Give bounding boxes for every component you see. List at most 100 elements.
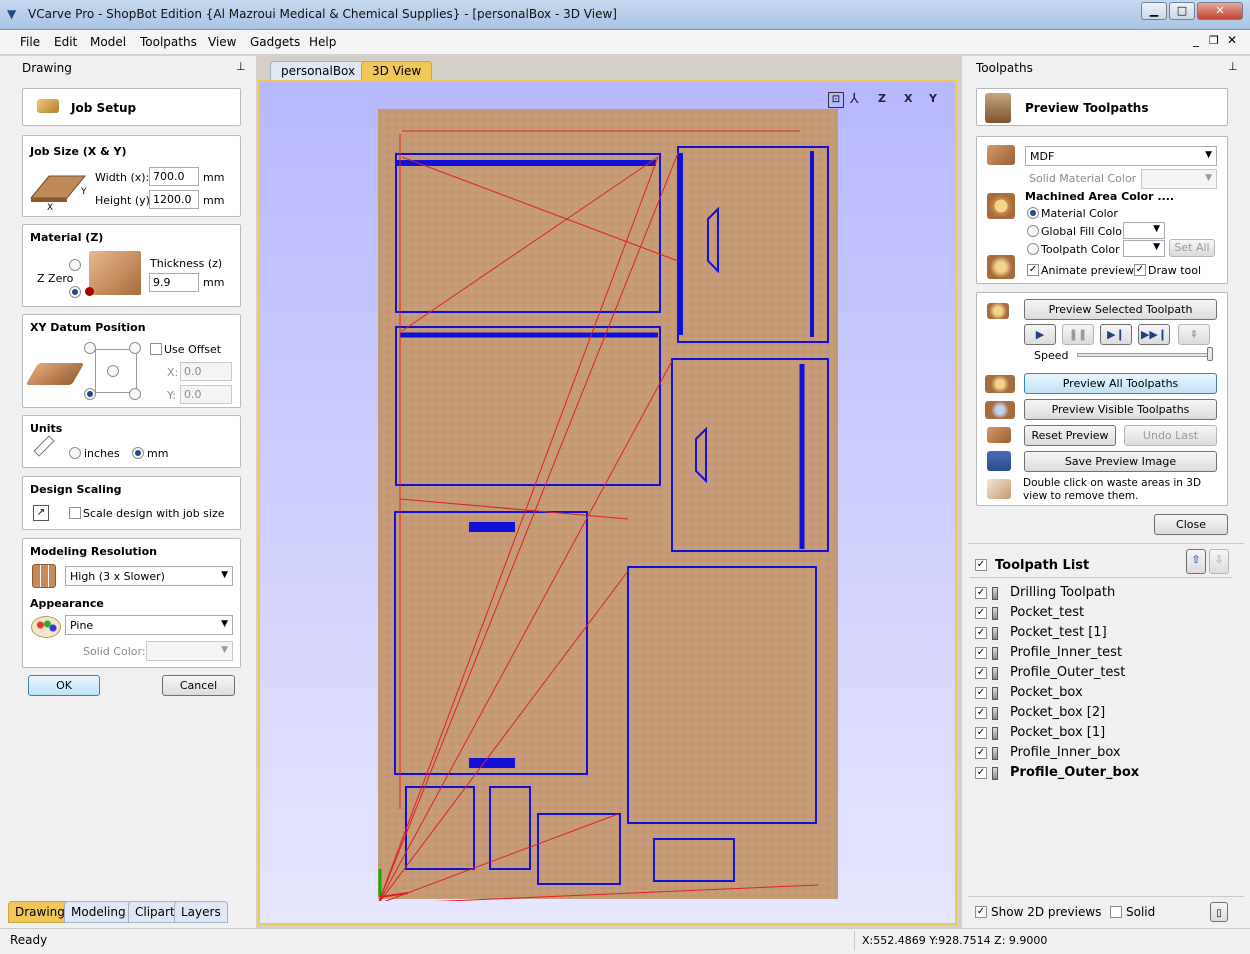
save-preview-image-button[interactable]: Save Preview Image [1024, 451, 1217, 472]
speed-slider[interactable] [1077, 353, 1213, 357]
view-x-icon[interactable]: X [904, 92, 912, 105]
move-down-button[interactable]: ⇩ [1209, 549, 1229, 574]
offset-y-input[interactable]: 0.0 [180, 385, 232, 404]
toolpath-visible-checkbox[interactable]: ✓ [975, 587, 987, 599]
move-up-button[interactable]: ⇧ [1186, 549, 1206, 574]
maximize-button[interactable]: □ [1169, 2, 1195, 20]
global-fill-color-select[interactable]: ▼ [1123, 222, 1165, 239]
material-select[interactable]: MDF ▼ [1025, 146, 1217, 166]
menu-toolpaths[interactable]: Toolpaths [140, 35, 197, 49]
toolpath-list-item[interactable]: ✓ Profile_Inner_test [975, 644, 1225, 664]
close-window-button[interactable]: ✕ [1197, 2, 1243, 20]
cancel-button[interactable]: Cancel [162, 675, 235, 696]
close-button[interactable]: Close [1154, 514, 1228, 535]
skip-end-button[interactable]: ▶▶❙ [1138, 324, 1170, 345]
solid-material-color-select[interactable]: ▼ [1141, 169, 1217, 189]
pin-icon[interactable]: ⊥ [1228, 60, 1238, 73]
toolpath-color-radio[interactable] [1027, 243, 1039, 255]
scale-design-checkbox[interactable] [69, 507, 81, 519]
menu-gadgets[interactable]: Gadgets [250, 35, 300, 49]
tab-personalbox[interactable]: personalBox [270, 61, 367, 81]
view-z-icon[interactable]: Z [878, 92, 886, 105]
datum-bottom-left-radio[interactable] [84, 388, 96, 400]
toolpath-summary-button[interactable]: ▯ [1210, 902, 1228, 922]
step-forward-button[interactable]: ▶❙ [1100, 324, 1132, 345]
show-2d-previews-checkbox[interactable]: ✓ [975, 906, 987, 918]
ok-button[interactable]: OK [28, 675, 100, 696]
use-offset-checkbox[interactable] [150, 343, 162, 355]
preview-visible-button[interactable]: Preview Visible Toolpaths [1024, 399, 1217, 420]
minimize-button[interactable]: ▁ [1141, 2, 1167, 20]
view-y-icon[interactable]: Y [929, 92, 937, 105]
play-button[interactable]: ▶ [1024, 324, 1056, 345]
toolpath-visible-checkbox[interactable]: ✓ [975, 767, 987, 779]
menu-model[interactable]: Model [90, 35, 126, 49]
toolpath-visible-checkbox[interactable]: ✓ [975, 667, 987, 679]
material-color-radio[interactable] [1027, 207, 1039, 219]
reset-preview-button[interactable]: Reset Preview [1024, 425, 1116, 446]
width-input[interactable]: 700.0 [149, 167, 199, 186]
thickness-input[interactable]: 9.9 [149, 273, 199, 292]
mm-radio[interactable] [132, 447, 144, 459]
speed-slider-thumb[interactable] [1207, 347, 1213, 361]
toolpath-list-item[interactable]: ✓ Profile_Outer_test [975, 664, 1225, 684]
animate-preview-checkbox[interactable]: ✓ [1027, 264, 1039, 276]
toolpath-list-item[interactable]: ✓ Pocket_test [1] [975, 624, 1225, 644]
tab-modeling[interactable]: Modeling [64, 901, 133, 923]
menu-edit[interactable]: Edit [54, 35, 77, 49]
tab-3d-view[interactable]: 3D View [361, 61, 433, 81]
toolpath-list-item[interactable]: ✓ Drilling Toolpath [975, 584, 1225, 604]
3d-view-canvas[interactable]: ⊡ ⅄ Z X Y [258, 80, 957, 925]
toolpath-visible-checkbox[interactable]: ✓ [975, 687, 987, 699]
toolpath-visible-checkbox[interactable]: ✓ [975, 727, 987, 739]
datum-center-radio[interactable] [107, 365, 119, 377]
toolpath-list-master-checkbox[interactable]: ✓ [975, 559, 987, 571]
global-fill-color-radio[interactable] [1027, 225, 1039, 237]
draw-tool-checkbox[interactable]: ✓ [1134, 264, 1146, 276]
zzero-bottom-radio[interactable] [69, 286, 81, 298]
inches-radio[interactable] [69, 447, 81, 459]
preview-all-button[interactable]: Preview All Toolpaths [1024, 373, 1217, 394]
drawing-panel: Drawing ⊥ Job Setup Job Size (X & Y) X Y… [0, 56, 256, 928]
toolpath-visible-checkbox[interactable]: ✓ [975, 627, 987, 639]
toolpath-list-item[interactable]: ✓ Pocket_box [975, 684, 1225, 704]
toolpath-list-item[interactable]: ✓ Pocket_box [2] [975, 704, 1225, 724]
toolpath-visible-checkbox[interactable]: ✓ [975, 707, 987, 719]
height-input[interactable]: 1200.0 [149, 190, 199, 209]
zzero-top-radio[interactable] [69, 259, 81, 271]
pin-icon[interactable]: ⊥ [236, 60, 246, 73]
job-setup-header[interactable]: Job Setup [22, 88, 241, 126]
toolpath-list-item[interactable]: ✓ Profile_Outer_box [975, 764, 1225, 784]
mdi-close-icon[interactable]: ✕ [1227, 33, 1237, 47]
datum-bottom-right-radio[interactable] [129, 388, 141, 400]
toolpath-visible-checkbox[interactable]: ✓ [975, 747, 987, 759]
mdi-minimize-icon[interactable]: _ [1193, 33, 1199, 47]
tab-drawing[interactable]: Drawing [8, 901, 72, 923]
datum-top-right-radio[interactable] [129, 342, 141, 354]
menu-help[interactable]: Help [309, 35, 336, 49]
toolpath-visible-checkbox[interactable]: ✓ [975, 647, 987, 659]
resolution-select[interactable]: High (3 x Slower) ▼ [65, 566, 233, 586]
toolpath-list-item[interactable]: ✓ Pocket_test [975, 604, 1225, 624]
preview-selected-button[interactable]: Preview Selected Toolpath [1024, 299, 1217, 320]
solid-checkbox[interactable] [1110, 906, 1122, 918]
raise-tool-button[interactable]: ⇞ [1178, 324, 1210, 345]
offset-x-input[interactable]: 0.0 [180, 362, 232, 381]
iso-view-icon[interactable]: ⅄ [850, 91, 859, 107]
solid-color-select[interactable]: ▼ [146, 641, 233, 661]
toolpath-visible-checkbox[interactable]: ✓ [975, 607, 987, 619]
toolpath-list-item[interactable]: ✓ Pocket_box [1] [975, 724, 1225, 744]
menu-view[interactable]: View [208, 35, 236, 49]
pause-button[interactable]: ❚❚ [1062, 324, 1094, 345]
toolpath-name: Profile_Outer_test [1010, 665, 1126, 680]
tab-layers[interactable]: Layers [174, 901, 228, 923]
undo-last-button[interactable]: Undo Last [1124, 425, 1217, 446]
appearance-select[interactable]: Pine ▼ [65, 615, 233, 635]
zoom-extents-icon[interactable]: ⊡ [828, 92, 844, 108]
menu-file[interactable]: File [20, 35, 40, 49]
mdi-restore-icon[interactable]: ❐ [1209, 34, 1219, 47]
set-all-button[interactable]: Set All [1169, 239, 1215, 257]
datum-top-left-radio[interactable] [84, 342, 96, 354]
toolpath-list-item[interactable]: ✓ Profile_Inner_box [975, 744, 1225, 764]
toolpath-color-select[interactable]: ▼ [1123, 240, 1165, 257]
